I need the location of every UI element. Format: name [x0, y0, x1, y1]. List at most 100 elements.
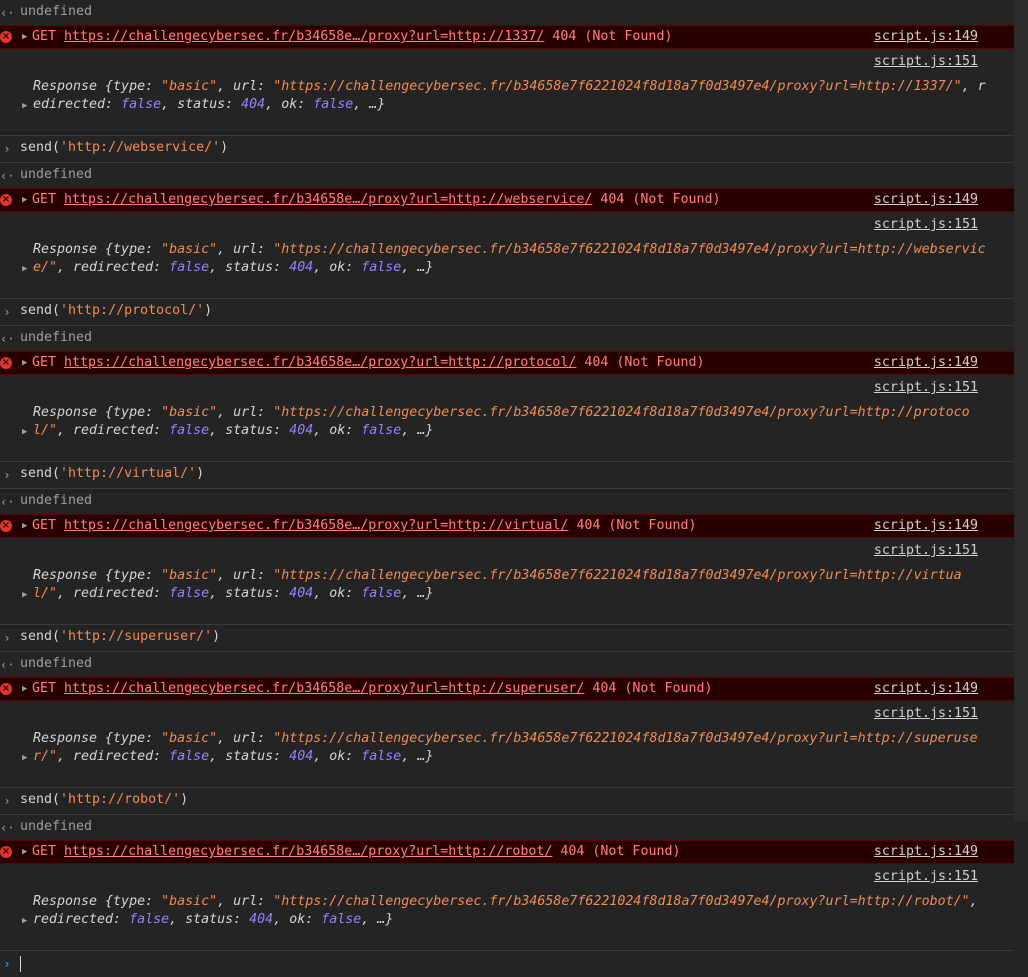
error-icon: × [0, 683, 12, 695]
error-message: GET https://challengecybersec.fr/b34658e… [32, 844, 680, 859]
console-prompt[interactable]: › [0, 951, 1014, 977]
status-text: (Not Found) [616, 355, 705, 370]
source-link[interactable]: script.js:151 [874, 54, 978, 69]
source-link[interactable]: script.js:151 [874, 543, 978, 558]
expand-triangle-icon[interactable]: ▶ [22, 684, 27, 694]
console-command[interactable]: send('http://robot/') [20, 792, 188, 807]
console-scrollbar[interactable] [1014, 0, 1028, 821]
console-result-row: ‹· undefined [0, 326, 1014, 352]
prompt-chevron-icon: › [3, 957, 11, 971]
request-url-link[interactable]: https://challengecybersec.fr/b34658e…/pr… [64, 844, 552, 859]
response-object[interactable]: Response {type: "basic", url: "https://c… [33, 893, 988, 929]
network-error-row: × ▶ GET https://challengecybersec.fr/b3465… [0, 188, 1014, 212]
expand-triangle-icon[interactable]: ▶ [22, 358, 27, 368]
input-chevron-icon: › [3, 142, 11, 156]
network-error-row: × ▶ GET https://challengecybersec.fr/b3465… [0, 351, 1014, 375]
result-value: undefined [20, 493, 93, 508]
console-result-row: ‹· undefined [0, 815, 1014, 841]
response-object[interactable]: Response {type: "basic", url: "https://c… [33, 78, 988, 114]
error-message: GET https://challengecybersec.fr/b34658e… [32, 29, 672, 44]
status-code: 404 [568, 518, 609, 533]
http-method: GET [32, 681, 65, 696]
response-log-row: script.js:151 ▶ Response {type: "basic", u… [0, 212, 1014, 299]
http-method: GET [32, 192, 65, 207]
input-chevron-icon: › [3, 305, 11, 319]
network-error-row: × ▶ GET https://challengecybersec.fr/b3465… [0, 514, 1014, 538]
status-code: 404 [544, 29, 585, 44]
http-method: GET [32, 355, 65, 370]
error-icon: × [0, 194, 12, 206]
devtools-console: ‹· undefined × ▶ GET https://challengecybers… [0, 0, 1014, 977]
expand-triangle-icon[interactable]: ▶ [22, 427, 27, 437]
expand-triangle-icon[interactable]: ▶ [22, 916, 27, 926]
source-link[interactable]: script.js:151 [874, 869, 978, 884]
result-arrow-icon: ‹· [0, 6, 15, 20]
error-message: GET https://challengecybersec.fr/b34658e… [32, 518, 696, 533]
expand-triangle-icon[interactable]: ▶ [22, 847, 27, 857]
result-value: undefined [20, 330, 93, 345]
input-chevron-icon: › [3, 631, 11, 645]
response-object[interactable]: Response {type: "basic", url: "https://c… [33, 567, 988, 603]
source-link[interactable]: script.js:151 [874, 380, 978, 395]
expand-triangle-icon[interactable]: ▶ [22, 195, 27, 205]
source-link[interactable]: script.js:149 [874, 355, 978, 370]
console-input-row: › send('http://protocol/') [0, 299, 1014, 326]
console-input-row: › send('http://webservice/') [0, 136, 1014, 163]
status-code: 404 [576, 355, 617, 370]
request-url-link[interactable]: https://challengecybersec.fr/b34658e…/pr… [64, 192, 592, 207]
text-caret [20, 956, 21, 972]
http-method: GET [32, 518, 65, 533]
error-message: GET https://challengecybersec.fr/b34658e… [32, 355, 704, 370]
network-error-row: × ▶ GET https://challengecybersec.fr/b3465… [0, 25, 1014, 49]
response-object[interactable]: Response {type: "basic", url: "https://c… [33, 241, 988, 277]
command-argument: 'http://webservice/' [60, 140, 221, 155]
source-link[interactable]: script.js:149 [874, 844, 978, 859]
expand-triangle-icon[interactable]: ▶ [22, 521, 27, 531]
command-argument: 'http://superuser/' [60, 629, 213, 644]
http-method: GET [32, 844, 65, 859]
response-log-row: script.js:151 ▶ Response {type: "basic", u… [0, 538, 1014, 625]
console-command[interactable]: send('http://webservice/') [20, 140, 228, 155]
console-command[interactable]: send('http://virtual/') [20, 466, 204, 481]
source-link[interactable]: script.js:149 [874, 29, 978, 44]
result-arrow-icon: ‹· [0, 169, 15, 183]
request-url-link[interactable]: https://challengecybersec.fr/b34658e…/pr… [64, 355, 576, 370]
command-argument: 'http://virtual/' [60, 466, 197, 481]
status-text: (Not Found) [632, 192, 721, 207]
expand-triangle-icon[interactable]: ▶ [22, 753, 27, 763]
expand-triangle-icon[interactable]: ▶ [22, 32, 27, 42]
expand-triangle-icon[interactable]: ▶ [22, 590, 27, 600]
status-text: (Not Found) [592, 844, 681, 859]
console-result-row: ‹· undefined [0, 652, 1014, 678]
error-icon: × [0, 31, 12, 43]
console-command[interactable]: send('http://protocol/') [20, 303, 212, 318]
request-url-link[interactable]: https://challengecybersec.fr/b34658e…/pr… [64, 518, 568, 533]
request-url-link[interactable]: https://challengecybersec.fr/b34658e…/pr… [64, 29, 544, 44]
error-message: GET https://challengecybersec.fr/b34658e… [32, 681, 712, 696]
command-argument: 'http://protocol/' [60, 303, 205, 318]
expand-triangle-icon[interactable]: ▶ [22, 101, 27, 111]
source-link[interactable]: script.js:151 [874, 217, 978, 232]
error-icon: × [0, 846, 12, 858]
response-object[interactable]: Response {type: "basic", url: "https://c… [33, 404, 988, 440]
result-arrow-icon: ‹· [0, 332, 15, 346]
http-method: GET [32, 29, 65, 44]
status-text: (Not Found) [624, 681, 713, 696]
status-text: (Not Found) [608, 518, 697, 533]
source-link[interactable]: script.js:149 [874, 681, 978, 696]
console-input-row: › send('http://superuser/') [0, 625, 1014, 652]
status-code: 404 [584, 681, 625, 696]
console-command[interactable]: send('http://superuser/') [20, 629, 220, 644]
response-log-row: script.js:151 ▶ Response {type: "basic", u… [0, 375, 1014, 462]
status-code: 404 [592, 192, 633, 207]
source-link[interactable]: script.js:149 [874, 518, 978, 533]
status-code: 404 [552, 844, 593, 859]
console-input-row: › send('http://robot/') [0, 788, 1014, 815]
expand-triangle-icon[interactable]: ▶ [22, 264, 27, 274]
error-icon: × [0, 357, 12, 369]
source-link[interactable]: script.js:151 [874, 706, 978, 721]
source-link[interactable]: script.js:149 [874, 192, 978, 207]
response-object[interactable]: Response {type: "basic", url: "https://c… [33, 730, 988, 766]
result-value: undefined [20, 656, 93, 671]
request-url-link[interactable]: https://challengecybersec.fr/b34658e…/pr… [64, 681, 584, 696]
